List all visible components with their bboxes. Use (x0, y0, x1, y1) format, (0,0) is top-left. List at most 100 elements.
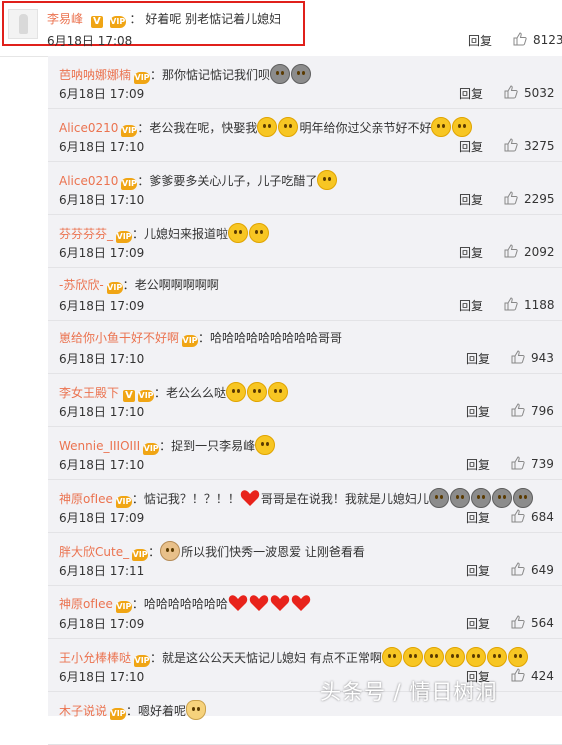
reply-username[interactable]: 芭呐呐娜娜楠 (59, 68, 131, 82)
reply-item: Wennie_IIIOIII VIP：捉到一只李易峰 6月18日 17:10 回复 73… (48, 427, 562, 480)
heart-emoji-icon (291, 595, 311, 611)
face-emoji-icon (228, 223, 249, 243)
reply-content: 木子说说 VIP：嗯好着呢 (59, 700, 207, 720)
reply-button[interactable]: 回复 (466, 562, 490, 579)
reply-content: -苏欣欣- VIP：老公啊啊啊啊啊 (59, 276, 219, 294)
reply-timestamp: 6月18日 17:10 (59, 458, 145, 472)
reply-button[interactable]: 回复 (466, 615, 490, 632)
face-emoji-icon (226, 382, 247, 402)
reply-button[interactable]: 回复 (459, 244, 483, 261)
reply-content: 李女王殿下 V VIP：老公么么哒 (59, 382, 289, 402)
face-emoji-icon (381, 647, 402, 667)
separator: ： (137, 174, 150, 188)
reply-timestamp: 6月18日 17:10 (59, 352, 145, 366)
reply-text-continued: 所以我们快秀一波恩爱 让刚爸看看 (181, 545, 365, 559)
reply-timestamp: 6月18日 17:10 (59, 193, 145, 207)
reply-button[interactable]: 回复 (459, 85, 483, 102)
like-count: 684 (531, 510, 554, 524)
like-button[interactable]: 943 (511, 350, 554, 365)
reply-text: 老公啊啊啊啊啊 (134, 278, 219, 292)
like-button[interactable]: 5032 (504, 85, 555, 100)
reply-item: 李女王殿下 V VIP：老公么么哒 6月18日 17:10 回复 796 (48, 374, 562, 427)
reply-button[interactable]: 回复 (466, 509, 490, 526)
like-button[interactable]: 739 (511, 456, 554, 471)
reply-text: 老公我在呢，快娶我 (149, 121, 258, 135)
like-button[interactable]: 649 (511, 562, 554, 577)
reply-username[interactable]: 王小允棒棒哒 (59, 651, 131, 665)
vip-badge-icon: VIP (109, 16, 126, 28)
face-emoji-icon (278, 117, 299, 137)
avatar[interactable] (8, 9, 38, 39)
reply-timestamp: 6月18日 17:11 (59, 564, 145, 578)
reply-text: 哈哈哈哈哈哈哈哈哈哥哥 (210, 331, 343, 345)
thumbs-up-icon (511, 562, 525, 576)
like-button[interactable]: 3275 (504, 138, 555, 153)
reply-button[interactable]: 回复 (468, 34, 492, 48)
reply-content: Alice0210 VIP：爹爹要多关心儿子，儿子吃醋了 (59, 170, 338, 190)
separator: ： (131, 492, 144, 506)
face-emoji-icon (257, 117, 278, 137)
reply-username[interactable]: Alice0210 (59, 121, 118, 135)
like-count: 5032 (524, 86, 555, 100)
watermark: 头条号 / 情日树洞 (320, 680, 498, 704)
thumbs-up-icon (504, 138, 518, 152)
reply-timestamp: 6月18日 17:09 (59, 299, 145, 313)
victory-hand-icon (186, 700, 207, 720)
reply-username[interactable]: Wennie_IIIOIII (59, 439, 140, 453)
face-emoji-icon (423, 647, 444, 667)
husky-emoji-icon (512, 488, 533, 508)
reply-timestamp: 6月18日 17:09 (59, 617, 145, 631)
heart-emoji-icon (228, 595, 248, 611)
like-count: 81239 (533, 33, 562, 47)
reply-item: Alice0210 VIP：老公我在呢，快娶我 明年给你过父亲节好不好 6月18日 1… (48, 109, 562, 162)
reply-username[interactable]: Alice0210 (59, 174, 118, 188)
thumbs-up-icon (511, 350, 525, 364)
husky-emoji-icon (291, 64, 312, 84)
top-comment-line: 李易峰 V VIP ： 好着呢 别老惦记着儿媳妇 (47, 10, 281, 28)
like-count: 796 (531, 404, 554, 418)
reply-button[interactable]: 回复 (459, 297, 483, 314)
reply-username[interactable]: 神原ofIee (59, 492, 113, 506)
like-button[interactable]: 2295 (504, 191, 555, 206)
like-button[interactable]: 564 (511, 615, 554, 630)
separator: ： (154, 386, 167, 400)
face-emoji-icon (268, 382, 289, 402)
top-comment-text: 好着呢 别老惦记着儿媳妇 (145, 12, 282, 26)
reply-username[interactable]: 芬芬芬芬_ (59, 227, 113, 241)
reply-username[interactable]: 胖大欣Cute_ (59, 545, 129, 559)
separator: ： (159, 439, 172, 453)
reply-timestamp: 6月18日 17:09 (59, 511, 145, 525)
reply-button[interactable]: 回复 (459, 138, 483, 155)
reply-button[interactable]: 回复 (466, 456, 490, 473)
like-count: 2295 (524, 192, 555, 206)
reply-username[interactable]: -苏欣欣- (59, 278, 104, 292)
like-button[interactable]: 796 (511, 403, 554, 418)
vip-badge-icon: VIP (138, 390, 155, 402)
reply-timestamp: 6月18日 17:10 (59, 670, 145, 684)
vip-badge-icon: VIP (116, 231, 133, 243)
reply-button[interactable]: 回复 (466, 403, 490, 420)
top-comment-actions: 回复 (468, 32, 492, 49)
reply-button[interactable]: 回复 (466, 350, 490, 367)
reply-item: 胖大欣Cute_ VIP： 所以我们快秀一波恩爱 让刚爸看看 6月18日 17:11 回… (48, 533, 562, 586)
like-button[interactable]: 684 (511, 509, 554, 524)
like-button[interactable]: 1188 (504, 297, 555, 312)
separator: ： (122, 278, 135, 292)
reply-username[interactable]: 神原ofIee (59, 597, 113, 611)
reply-button[interactable]: 回复 (459, 191, 483, 208)
heart-emoji-icon (270, 595, 290, 611)
face-emoji-icon (255, 435, 276, 455)
reply-content: 芭呐呐娜娜楠 VIP：那你惦记惦记我们呗 (59, 64, 312, 84)
face-emoji-icon (402, 647, 423, 667)
like-button[interactable]: 424 (511, 668, 554, 683)
separator: ： (198, 331, 211, 345)
top-comment-like[interactable]: 81239 (513, 32, 562, 47)
reply-username[interactable]: 李女王殿下 (59, 386, 119, 400)
vip-badge-icon: VIP (121, 178, 138, 190)
face-emoji-icon (444, 647, 465, 667)
like-button[interactable]: 2092 (504, 244, 555, 259)
face-emoji-icon (317, 170, 338, 190)
top-comment-username[interactable]: 李易峰 (47, 12, 83, 26)
reply-text-continued: 哥哥是在说我！我就是儿媳妇儿 (260, 492, 429, 506)
reply-username[interactable]: 崽给你小鱼干好不好啊 (59, 331, 179, 345)
